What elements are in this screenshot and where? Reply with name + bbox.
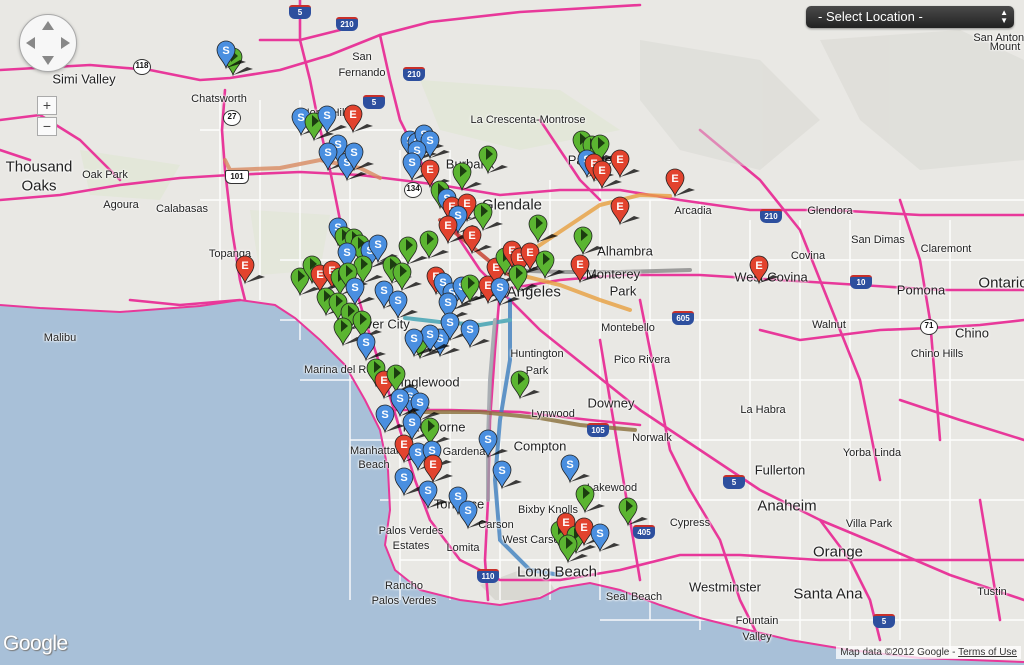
svg-text:E: E: [484, 280, 491, 292]
red-e-marker-icon[interactable]: E: [665, 168, 695, 198]
blue-s-marker-icon[interactable]: S: [388, 290, 418, 320]
svg-text:E: E: [468, 230, 475, 242]
svg-text:E: E: [349, 109, 356, 121]
svg-text:S: S: [396, 393, 403, 405]
blue-s-marker-icon[interactable]: S: [345, 277, 375, 307]
green-marker-icon[interactable]: [535, 250, 565, 280]
svg-text:S: S: [566, 459, 573, 471]
google-logo[interactable]: Google: [3, 632, 68, 656]
svg-text:S: S: [484, 434, 491, 446]
svg-text:S: S: [222, 45, 229, 57]
svg-text:E: E: [241, 260, 248, 272]
red-e-marker-icon[interactable]: E: [423, 454, 453, 484]
svg-text:S: S: [410, 333, 417, 345]
blue-s-marker-icon[interactable]: S: [560, 454, 590, 484]
green-marker-icon[interactable]: [392, 262, 422, 292]
green-marker-icon[interactable]: [573, 226, 603, 256]
svg-text:E: E: [380, 375, 387, 387]
svg-text:S: S: [323, 110, 330, 122]
svg-text:E: E: [576, 259, 583, 271]
svg-text:S: S: [297, 112, 304, 124]
green-marker-icon[interactable]: [452, 162, 482, 192]
svg-text:S: S: [596, 528, 603, 540]
svg-text:E: E: [616, 201, 623, 213]
svg-text:E: E: [526, 247, 533, 259]
green-marker-icon[interactable]: [575, 484, 605, 514]
red-e-marker-icon[interactable]: E: [570, 254, 600, 284]
pan-down-button[interactable]: [42, 56, 54, 65]
green-marker-icon[interactable]: [618, 497, 648, 527]
map-data-text: Map data ©2012 Google: [840, 647, 950, 658]
attribution-separator: -: [949, 647, 959, 658]
green-marker-icon[interactable]: [420, 417, 450, 447]
svg-text:S: S: [381, 409, 388, 421]
blue-s-marker-icon[interactable]: S: [492, 460, 522, 490]
svg-text:S: S: [408, 157, 415, 169]
pan-left-button[interactable]: [26, 37, 35, 49]
green-marker-icon[interactable]: [473, 202, 503, 232]
green-marker-icon[interactable]: [478, 145, 508, 175]
svg-text:E: E: [671, 173, 678, 185]
svg-text:S: S: [350, 147, 357, 159]
svg-text:E: E: [580, 522, 587, 534]
svg-text:E: E: [598, 165, 605, 177]
svg-text:E: E: [400, 439, 407, 451]
blue-s-marker-icon[interactable]: S: [478, 429, 508, 459]
svg-text:S: S: [444, 297, 451, 309]
svg-text:E: E: [755, 260, 762, 272]
svg-text:S: S: [362, 337, 369, 349]
svg-text:S: S: [394, 295, 401, 307]
red-e-marker-icon[interactable]: E: [749, 255, 779, 285]
svg-text:S: S: [374, 239, 381, 251]
svg-text:S: S: [400, 472, 407, 484]
red-e-marker-icon[interactable]: E: [343, 104, 373, 134]
pan-up-button[interactable]: [42, 21, 54, 30]
red-e-marker-icon[interactable]: E: [610, 149, 640, 179]
marker-layer: SSSESSSSSSSSSSESEESEESEEEEEEEESSSSEESSSE…: [216, 40, 779, 564]
map-canvas[interactable]: Simi ValleyChatsworthSanFernandoNorth Hi…: [0, 0, 1024, 665]
red-e-marker-icon[interactable]: E: [462, 225, 492, 255]
green-marker-icon[interactable]: [510, 370, 540, 400]
svg-text:S: S: [424, 485, 431, 497]
map-attribution: Map data ©2012 Google - Terms of Use: [836, 646, 1021, 659]
svg-text:E: E: [429, 459, 436, 471]
svg-text:S: S: [408, 417, 415, 429]
svg-text:S: S: [464, 505, 471, 517]
svg-text:S: S: [426, 329, 433, 341]
svg-text:E: E: [426, 164, 433, 176]
red-e-marker-icon[interactable]: E: [235, 255, 265, 285]
svg-text:S: S: [446, 317, 453, 329]
svg-text:E: E: [316, 269, 323, 281]
svg-text:S: S: [498, 465, 505, 477]
blue-s-marker-icon[interactable]: S: [458, 500, 488, 530]
zoom-out-button[interactable]: −: [37, 117, 57, 136]
blue-s-marker-icon[interactable]: S: [317, 105, 347, 135]
dropdown-arrows-icon: ▲ ▼: [1000, 8, 1008, 25]
blue-s-marker-icon[interactable]: S: [418, 480, 448, 510]
svg-text:E: E: [562, 517, 569, 529]
svg-text:S: S: [414, 447, 421, 459]
svg-text:S: S: [343, 247, 350, 259]
select-location-label: - Select Location -: [818, 9, 923, 24]
svg-text:S: S: [324, 147, 331, 159]
pan-right-button[interactable]: [61, 37, 70, 49]
blue-s-marker-icon[interactable]: S: [356, 332, 386, 362]
blue-s-marker-icon[interactable]: S: [460, 319, 490, 349]
svg-text:S: S: [351, 282, 358, 294]
terms-of-use-link[interactable]: Terms of Use: [958, 647, 1017, 658]
svg-text:S: S: [380, 285, 387, 297]
svg-text:S: S: [416, 397, 423, 409]
svg-text:S: S: [466, 324, 473, 336]
svg-text:S: S: [454, 491, 461, 503]
pan-control[interactable]: [19, 14, 77, 72]
svg-text:S: S: [496, 282, 503, 294]
zoom-in-button[interactable]: +: [37, 96, 57, 115]
svg-text:E: E: [616, 154, 623, 166]
svg-text:S: S: [426, 135, 433, 147]
red-e-marker-icon[interactable]: E: [610, 196, 640, 226]
svg-text:E: E: [444, 220, 451, 232]
green-marker-icon[interactable]: [528, 214, 558, 244]
zoom-control: + −: [37, 96, 57, 136]
select-location-dropdown[interactable]: - Select Location - ▲ ▼: [806, 6, 1014, 28]
